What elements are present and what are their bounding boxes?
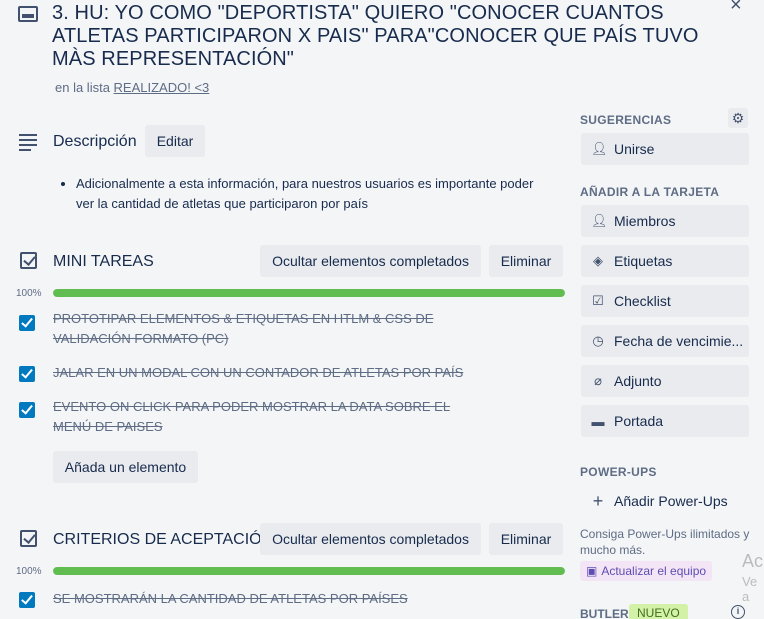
labels-label: Etiquetas xyxy=(614,253,673,269)
checklist-title[interactable]: MINI TAREAS xyxy=(53,253,154,271)
checkbox-checked[interactable] xyxy=(19,402,35,418)
add-item-button[interactable]: Añada un elemento xyxy=(53,451,198,483)
cover-label: Portada xyxy=(614,413,664,429)
tag-icon: ◈ xyxy=(593,253,603,268)
add-powerups-button[interactable]: + Añadir Power-Ups xyxy=(581,485,749,517)
checkbox-icon: ☑ xyxy=(592,293,604,308)
checklist-button[interactable]: ☑ Checklist xyxy=(581,285,749,317)
delete-checklist-button[interactable]: Eliminar xyxy=(489,523,563,555)
activation-watermark: Ac xyxy=(742,551,764,571)
checkbox-checked[interactable] xyxy=(19,366,35,382)
description-bullet: Adicionalmente a esta información, para … xyxy=(76,174,550,214)
delete-checklist-button[interactable]: Eliminar xyxy=(489,245,563,277)
checkbox-checked[interactable] xyxy=(19,315,35,331)
activation-watermark-sub: Ve a xyxy=(742,574,758,604)
new-badge: NUEVO xyxy=(629,604,688,619)
labels-button[interactable]: ◈ Etiquetas xyxy=(581,245,749,277)
description-content[interactable]: Adicionalmente a esta información, para … xyxy=(60,174,550,214)
hide-completed-button[interactable]: Ocultar elementos completados xyxy=(260,245,481,277)
powerups-description: Consiga Power-Ups ilimitados y mucho más… xyxy=(580,527,750,557)
upgrade-team-button[interactable]: ▣ Actualizar el equipo xyxy=(580,561,713,581)
butler-heading: BUTLER xyxy=(580,607,629,619)
paperclip-icon: ⌀ xyxy=(594,373,602,388)
close-icon[interactable]: × xyxy=(730,0,742,17)
card-title[interactable]: 3. HU: YO COMO "DEPORTISTA" QUIERO "CONO… xyxy=(52,2,732,71)
checklist-item[interactable]: SE MOSTRARÁN LA CANTIDAD DE ATLETAS POR … xyxy=(53,589,473,609)
checklist-icon xyxy=(20,252,37,269)
cover-icon: ▬ xyxy=(591,413,605,429)
hide-completed-button[interactable]: Ocultar elementos completados xyxy=(260,523,481,555)
members-button[interactable]: 👤︎ Miembros xyxy=(581,205,749,237)
progress-bar xyxy=(53,289,565,297)
card-icon xyxy=(18,6,38,22)
cover-button[interactable]: ▬ Portada xyxy=(581,405,749,437)
members-label: Miembros xyxy=(614,213,676,229)
plus-icon: + xyxy=(592,490,604,511)
progress-bar xyxy=(53,567,565,575)
in-list-text: en la lista REALIZADO! <3 xyxy=(55,80,209,95)
join-label: Unirse xyxy=(614,141,655,157)
checkbox-checked[interactable] xyxy=(19,592,35,608)
person-icon: 👤︎ xyxy=(591,141,608,156)
progress-bar-fill xyxy=(53,567,565,575)
info-icon[interactable]: i xyxy=(731,605,745,619)
checklist-label: Checklist xyxy=(614,293,671,309)
join-button[interactable]: 👤︎ Unirse xyxy=(581,133,749,165)
checklist-item[interactable]: JALAR EN UN MODAL CON UN CONTADOR DE ATL… xyxy=(53,363,473,383)
checklist-icon xyxy=(20,530,37,547)
progress-bar-fill xyxy=(53,289,565,297)
edit-description-button[interactable]: Editar xyxy=(145,125,205,157)
attachment-label: Adjunto xyxy=(614,373,662,389)
checklist-item[interactable]: EVENTO ON CLICK PARA PODER MOSTRAR LA DA… xyxy=(53,397,473,437)
gear-icon[interactable]: ⚙ xyxy=(728,108,748,128)
upgrade-label: Actualizar el equipo xyxy=(601,564,707,578)
in-list-prefix: en la lista xyxy=(55,80,110,95)
person-icon: 👤︎ xyxy=(591,213,608,228)
description-icon xyxy=(19,134,39,154)
due-date-button[interactable]: ◷ Fecha de vencimie... xyxy=(581,325,749,357)
checklist-item[interactable]: PROTOTIPAR ELEMENTOS & ETIQUETAS EN HTLM… xyxy=(53,309,473,349)
clock-icon: ◷ xyxy=(592,333,604,348)
checklist-title[interactable]: CRITERIOS DE ACEPTACIÓN xyxy=(53,531,273,549)
due-date-label: Fecha de vencimie... xyxy=(614,333,744,349)
suggestions-heading: SUGERENCIAS xyxy=(580,113,672,127)
add-to-card-heading: AÑADIR A LA TARJETA xyxy=(580,185,720,199)
progress-percent: 100% xyxy=(16,566,42,577)
briefcase-icon: ▣ xyxy=(586,564,598,578)
add-powerups-label: Añadir Power-Ups xyxy=(614,493,728,509)
description-title: Descripción xyxy=(53,133,137,150)
powerups-heading: POWER-UPS xyxy=(580,465,657,479)
list-link[interactable]: REALIZADO! <3 xyxy=(114,80,210,95)
attachment-button[interactable]: ⌀ Adjunto xyxy=(581,365,749,397)
progress-percent: 100% xyxy=(16,288,42,299)
